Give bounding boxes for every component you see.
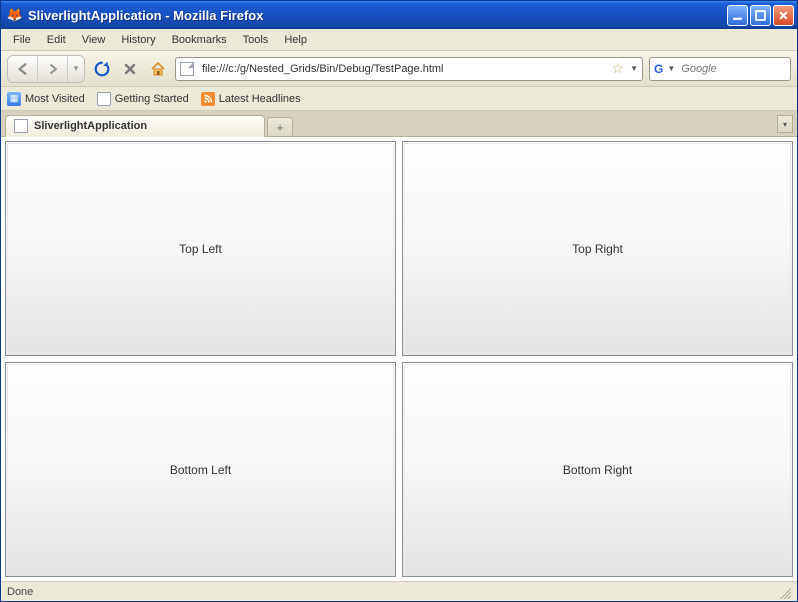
search-bar[interactable]: G ▼ 🔍 (649, 57, 791, 81)
nav-toolbar: ▾ ☆ ▼ G ▼ 🔍 (1, 51, 797, 87)
page-icon (14, 119, 28, 133)
bookmark-latest-headlines[interactable]: Latest Headlines (201, 92, 301, 106)
titlebar[interactable]: 🦊 SliverlightApplication - Mozilla Firef… (1, 1, 797, 29)
rss-icon (201, 92, 215, 106)
menu-bookmarks[interactable]: Bookmarks (164, 32, 235, 48)
bookmark-label: Most Visited (25, 93, 85, 105)
window-title: SliverlightApplication - Mozilla Firefox (28, 8, 727, 23)
grid-cell-bottom-right: Bottom Right (402, 362, 793, 577)
menu-tools[interactable]: Tools (235, 32, 277, 48)
search-engine-dropdown[interactable]: ▼ (667, 64, 675, 73)
menu-help[interactable]: Help (276, 32, 315, 48)
url-bar[interactable]: ☆ ▼ (175, 57, 643, 81)
page-icon (97, 92, 111, 106)
browser-window: 🦊 SliverlightApplication - Mozilla Firef… (0, 0, 798, 602)
tab-title: SliverlightApplication (34, 120, 147, 132)
close-button[interactable] (773, 5, 794, 26)
bookmark-label: Latest Headlines (219, 93, 301, 105)
menu-history[interactable]: History (113, 32, 163, 48)
cell-label: Bottom Left (170, 463, 231, 477)
tab-active[interactable]: SliverlightApplication (5, 115, 265, 137)
cell-label: Top Left (179, 242, 222, 256)
recent-pages-dropdown[interactable]: ▾ (68, 56, 84, 82)
cell-label: Top Right (572, 242, 623, 256)
maximize-button[interactable] (750, 5, 771, 26)
home-button[interactable] (147, 58, 169, 80)
grid-cell-bottom-left: Bottom Left (5, 362, 396, 577)
cell-label: Bottom Right (563, 463, 632, 477)
status-text: Done (7, 586, 33, 598)
grid-cell-top-right: Top Right (402, 141, 793, 356)
nested-grid: Top Left Top Right Bottom Left Bottom Ri… (5, 141, 793, 577)
url-history-dropdown[interactable]: ▼ (630, 64, 638, 73)
bookmark-most-visited[interactable]: ▦ Most Visited (7, 92, 85, 106)
menu-file[interactable]: File (5, 32, 39, 48)
bookmark-label: Getting Started (115, 93, 189, 105)
minimize-button[interactable] (727, 5, 748, 26)
bookmark-star-icon[interactable]: ☆ (612, 60, 625, 77)
bookmarks-toolbar: ▦ Most Visited Getting Started Latest He… (1, 87, 797, 111)
page-icon (180, 62, 194, 76)
most-visited-icon: ▦ (7, 92, 21, 106)
url-input[interactable] (200, 62, 606, 76)
reload-button[interactable] (91, 58, 113, 80)
grid-cell-top-left: Top Left (5, 141, 396, 356)
resize-grip[interactable] (777, 585, 791, 599)
page-content: Top Left Top Right Bottom Left Bottom Ri… (1, 137, 797, 581)
search-input[interactable] (679, 62, 798, 76)
back-forward-group: ▾ (7, 55, 85, 83)
stop-button[interactable] (119, 58, 141, 80)
forward-button[interactable] (38, 56, 68, 82)
tab-strip: SliverlightApplication + ▾ (1, 111, 797, 137)
bookmark-getting-started[interactable]: Getting Started (97, 92, 189, 106)
menu-edit[interactable]: Edit (39, 32, 74, 48)
tab-list-dropdown[interactable]: ▾ (777, 115, 793, 133)
firefox-icon: 🦊 (7, 7, 23, 23)
menubar: File Edit View History Bookmarks Tools H… (1, 29, 797, 51)
google-icon: G (654, 62, 663, 76)
back-button[interactable] (8, 56, 38, 82)
menu-view[interactable]: View (74, 32, 114, 48)
status-bar: Done (1, 581, 797, 601)
new-tab-button[interactable]: + (267, 117, 293, 137)
